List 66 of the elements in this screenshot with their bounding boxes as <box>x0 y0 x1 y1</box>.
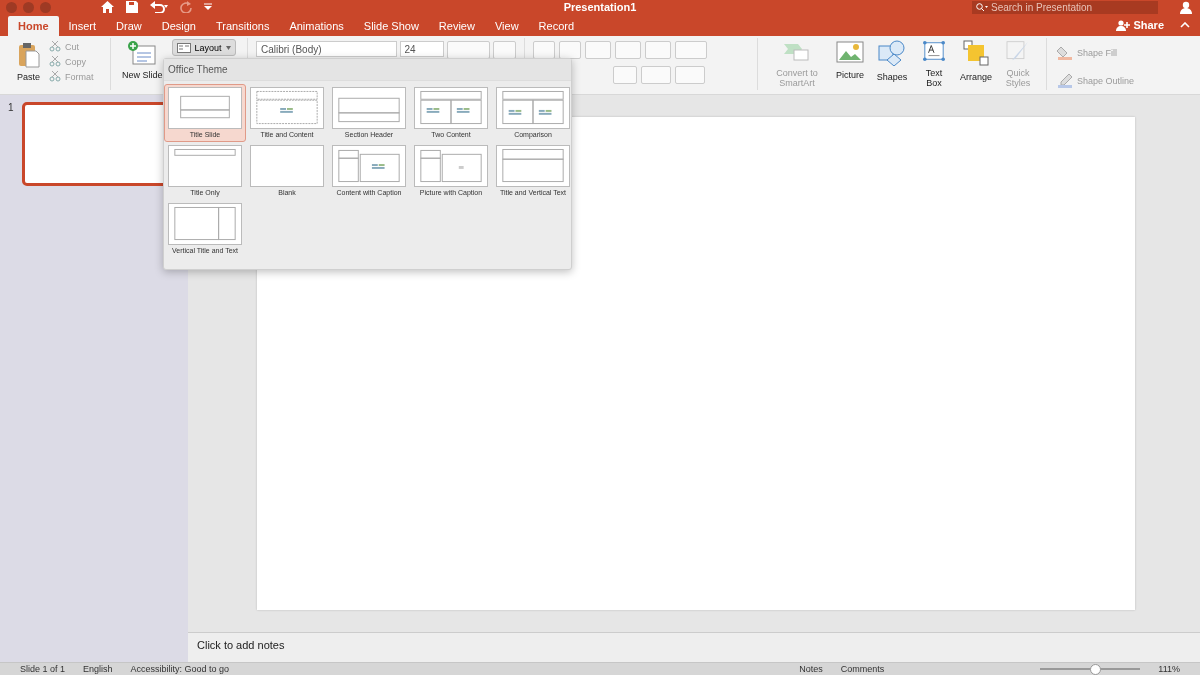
notes-button[interactable]: Notes <box>799 664 823 674</box>
new-slide-icon <box>127 40 158 68</box>
font-name-field[interactable]: Calibri (Body) <box>256 41 397 57</box>
ribbon-tab[interactable]: View <box>484 16 529 36</box>
paragraph-button[interactable] <box>559 41 581 59</box>
status-text: English <box>83 664 113 674</box>
ribbon-tab[interactable]: Draw <box>106 16 152 36</box>
zoom-thumb[interactable] <box>1089 663 1101 675</box>
picture-icon <box>836 40 864 64</box>
ribbon-tab[interactable]: Insert <box>58 16 107 36</box>
save-icon[interactable] <box>126 1 138 13</box>
paragraph-button[interactable] <box>675 41 707 59</box>
ribbon-tab[interactable]: Review <box>428 16 485 36</box>
paragraph-button[interactable] <box>585 41 611 59</box>
ribbon-command[interactable]: Shapes <box>872 38 912 90</box>
undo-icon[interactable] <box>150 1 168 13</box>
zoom-percentage: 111% <box>1158 664 1180 674</box>
window-title: Presentation1 <box>563 1 637 13</box>
paragraph-button[interactable] <box>615 41 641 59</box>
ribbon-tab[interactable]: Slide Show <box>353 16 429 36</box>
text-box-icon <box>921 40 947 62</box>
text-direction-button[interactable] <box>641 66 671 84</box>
clear-formatting-button[interactable] <box>493 41 516 59</box>
align-button[interactable] <box>613 66 637 84</box>
slide-number: 1 <box>8 102 14 113</box>
ribbon-command[interactable]: Picture <box>830 38 870 90</box>
comments-button[interactable]: Comments <box>840 664 885 674</box>
ribbon-tab[interactable]: Transitions <box>206 16 280 36</box>
customize-icon[interactable] <box>204 3 212 11</box>
paste-button[interactable]: Paste <box>14 38 43 90</box>
clipboard-icon <box>17 42 40 68</box>
status-text: Accessibility: Good to go <box>130 664 230 674</box>
notes-placeholder[interactable]: Click to add notes <box>197 639 285 651</box>
caret-icon <box>225 45 231 50</box>
font-size-field[interactable]: 24 <box>399 41 444 57</box>
layout-button[interactable]: Layout <box>171 39 236 56</box>
user-icon[interactable] <box>1180 0 1194 14</box>
paragraph-button[interactable] <box>533 41 555 59</box>
align-text-button[interactable] <box>675 66 705 84</box>
font-size-buttons[interactable] <box>446 41 491 59</box>
ribbon-command[interactable]: Arrange <box>956 38 996 90</box>
zoom-button[interactable] <box>40 1 51 13</box>
search-field[interactable]: Search in Presentation <box>972 0 1158 14</box>
layout-icon <box>176 42 191 53</box>
scissors-icon <box>49 41 61 52</box>
redo-icon[interactable] <box>180 1 192 13</box>
menu-heading: Office Theme <box>164 59 571 81</box>
add-person-icon <box>1116 19 1131 31</box>
close-button[interactable] <box>6 1 17 13</box>
paragraph-button[interactable] <box>645 41 671 59</box>
home-icon[interactable] <box>101 1 114 13</box>
pencil-icon <box>1057 73 1073 89</box>
ribbon-tab[interactable]: Home <box>8 16 59 36</box>
arrange-icon <box>963 40 989 66</box>
search-icon <box>976 2 988 12</box>
shapes-icon <box>877 40 907 66</box>
ribbon-tab[interactable]: Design <box>151 16 206 36</box>
status-text: Slide 1 of 1 <box>20 664 66 674</box>
ribbon-tab[interactable]: Animations <box>279 16 354 36</box>
collapse-ribbon-icon[interactable] <box>1180 22 1190 28</box>
new-slide-button[interactable]: New Slide <box>119 38 166 90</box>
share-button[interactable]: Share <box>1110 18 1170 32</box>
ribbon-tab[interactable]: Record <box>528 16 585 36</box>
minimize-button[interactable] <box>23 1 34 13</box>
paint-bucket-icon <box>1057 45 1073 61</box>
ribbon-command[interactable]: Text Box <box>914 38 954 90</box>
